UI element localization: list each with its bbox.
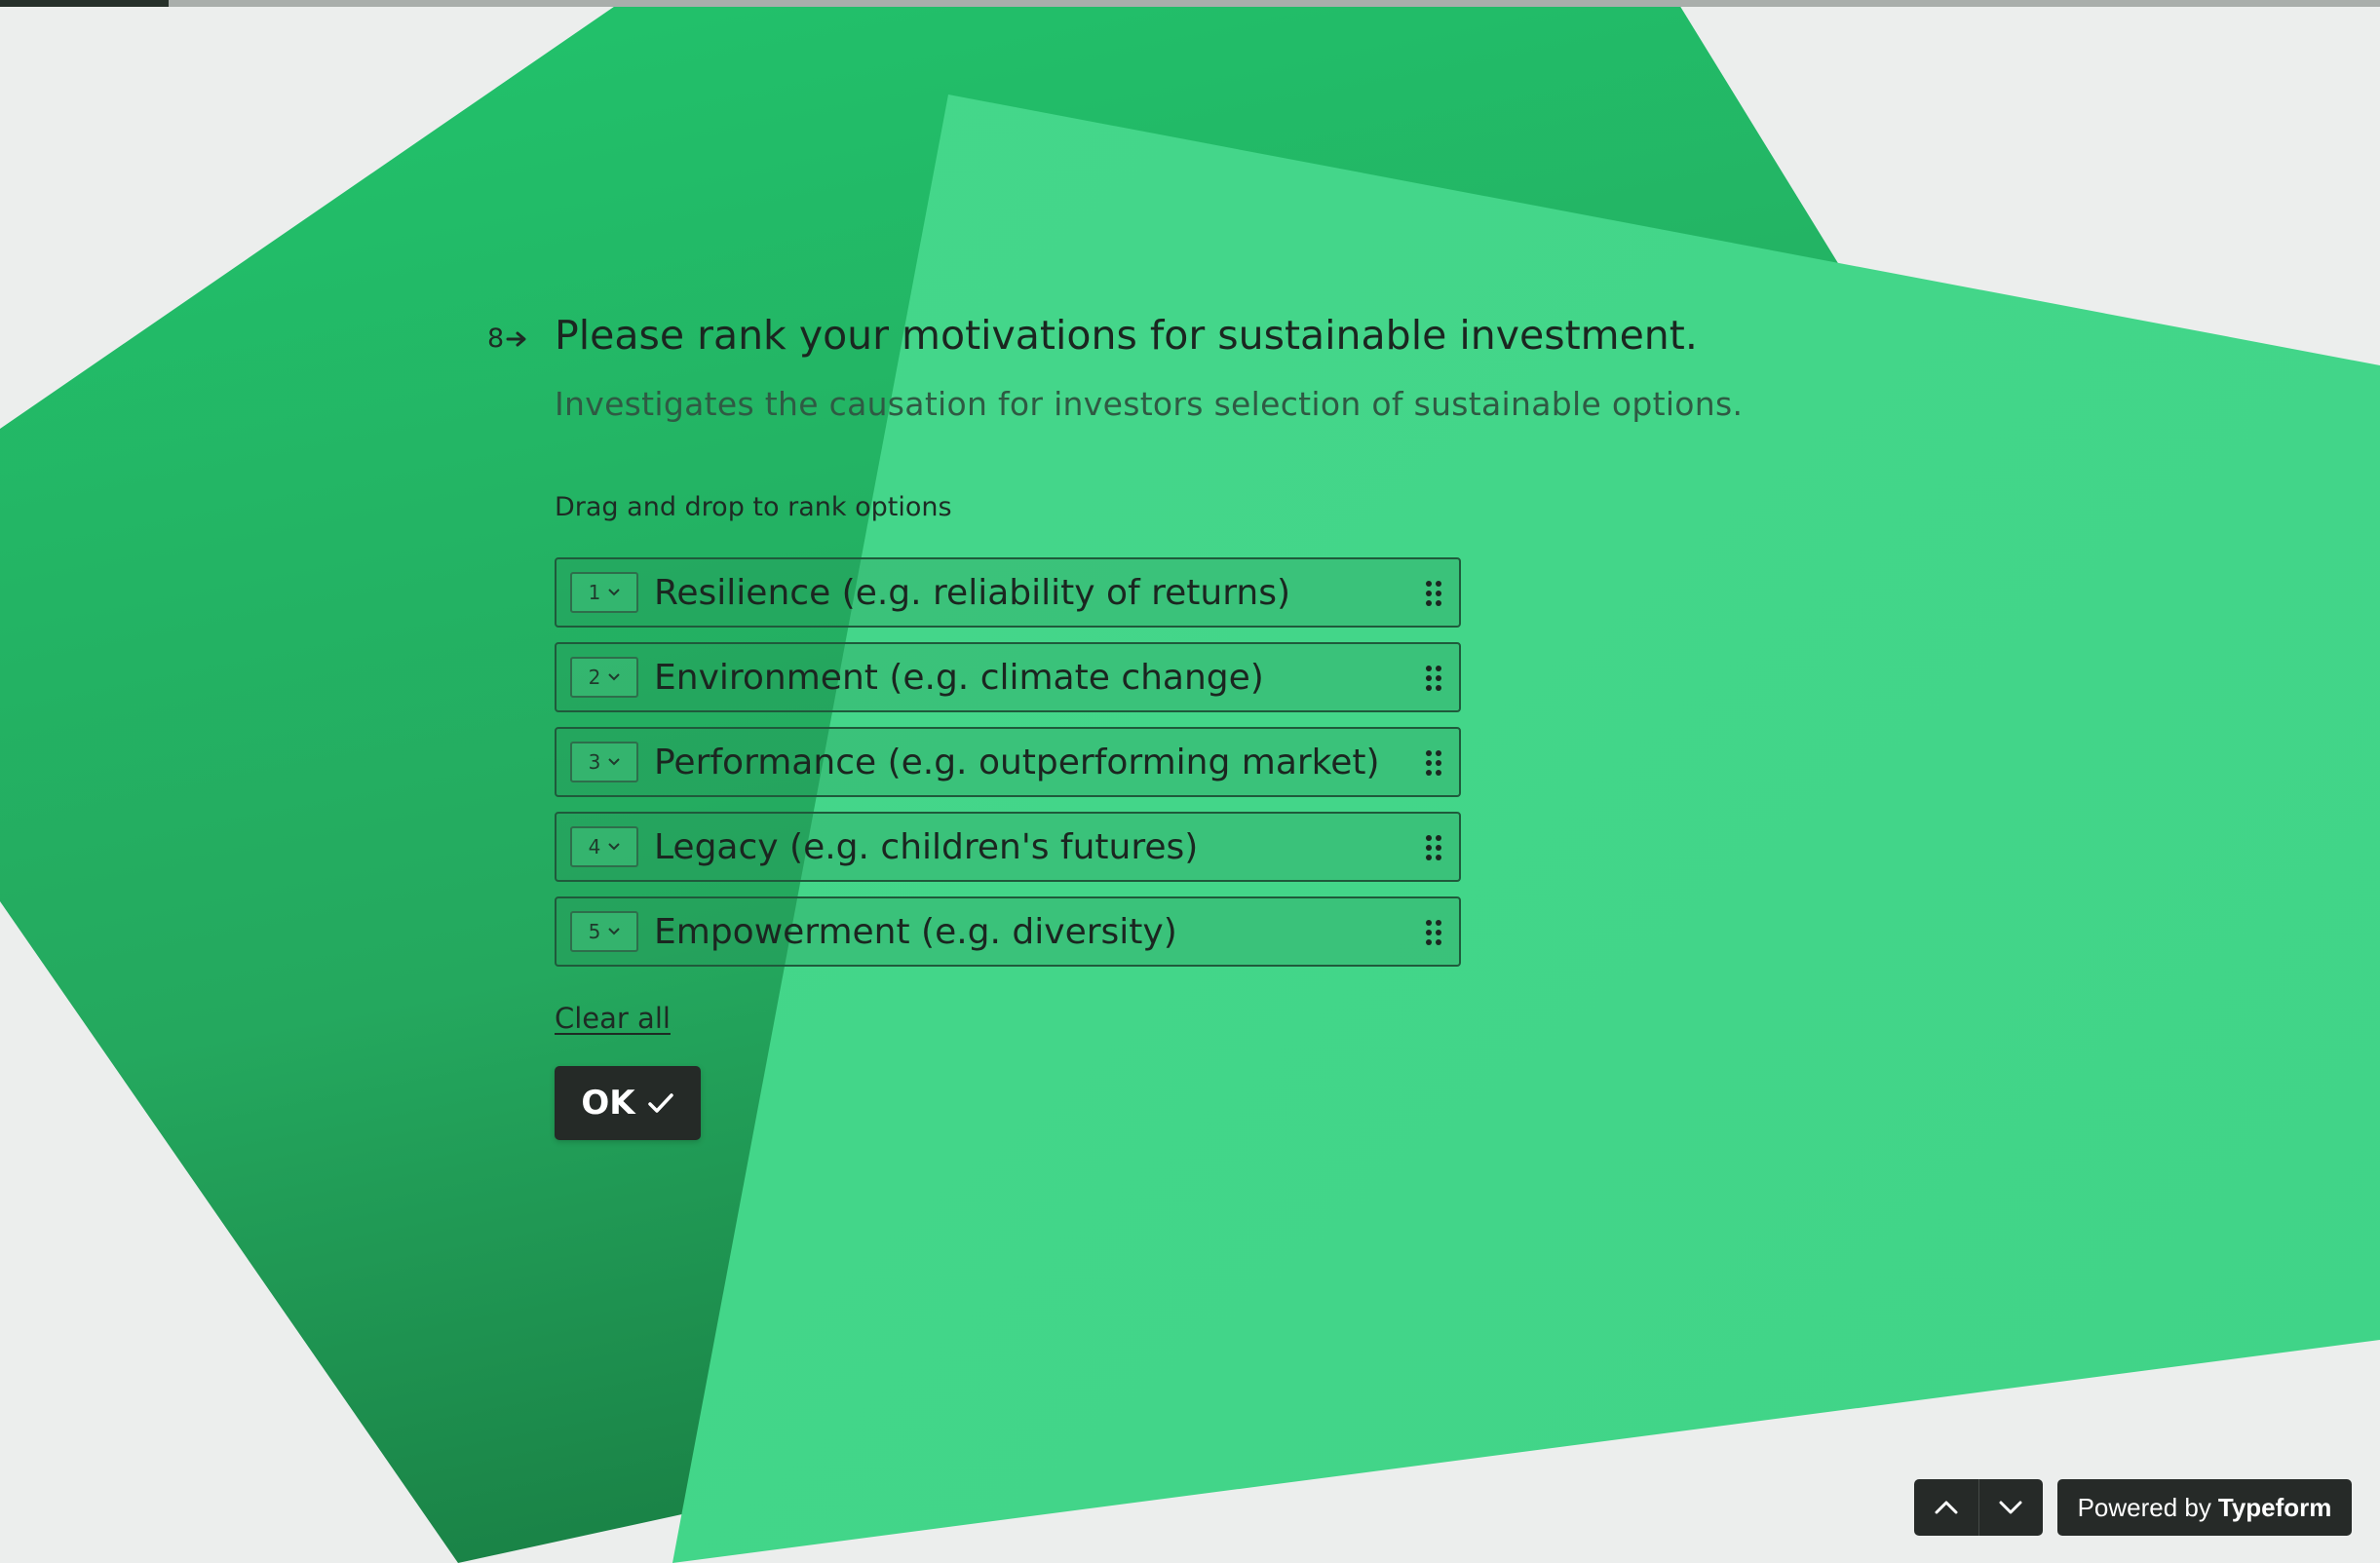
rank-select[interactable]: 5 xyxy=(570,911,638,952)
drag-handle-icon[interactable] xyxy=(1424,749,1443,777)
ranking-option[interactable]: 3 Performance (e.g. outperforming market… xyxy=(555,727,1461,797)
navigation-buttons xyxy=(1914,1479,2043,1536)
drag-handle-icon[interactable] xyxy=(1424,919,1443,946)
rank-value: 2 xyxy=(588,666,601,689)
rank-value: 4 xyxy=(588,835,601,858)
rank-select[interactable]: 2 xyxy=(570,657,638,698)
drag-handle-icon[interactable] xyxy=(1424,834,1443,861)
chevron-down-icon xyxy=(608,758,621,766)
ok-button-label: OK xyxy=(581,1084,635,1123)
ranking-option[interactable]: 1 Resilience (e.g. reliability of return… xyxy=(555,557,1461,628)
progress-bar-fill xyxy=(0,0,170,7)
ranking-option[interactable]: 4 Legacy (e.g. children's futures) xyxy=(555,812,1461,882)
chevron-down-icon xyxy=(608,843,621,851)
rank-select[interactable]: 4 xyxy=(570,826,638,867)
clear-all-link[interactable]: Clear all xyxy=(555,1002,671,1035)
powered-by-brand: Typeform xyxy=(2217,1492,2332,1522)
chevron-down-icon xyxy=(1999,1501,2022,1514)
rank-value: 3 xyxy=(588,750,601,774)
ranking-option[interactable]: 5 Empowerment (e.g. diversity) xyxy=(555,896,1461,967)
arrow-right-icon xyxy=(506,331,526,346)
option-label: Empowerment (e.g. diversity) xyxy=(654,911,1177,952)
progress-bar xyxy=(0,0,2380,7)
checkmark-icon xyxy=(647,1093,673,1113)
rank-value: 1 xyxy=(588,581,601,604)
option-label: Performance (e.g. outperforming market) xyxy=(654,742,1380,782)
typeform-page: 8 Please rank your motivations for susta… xyxy=(0,0,2380,1563)
chevron-down-icon xyxy=(608,673,621,681)
drag-handle-icon[interactable] xyxy=(1424,580,1443,607)
question-title: Please rank your motivations for sustain… xyxy=(555,312,1698,359)
option-label: Environment (e.g. climate change) xyxy=(654,657,1264,698)
ranking-options-list: 1 Resilience (e.g. reliability of return… xyxy=(555,557,1461,981)
ranking-option[interactable]: 2 Environment (e.g. climate change) xyxy=(555,642,1461,712)
question-number: 8 xyxy=(487,324,529,354)
rank-select[interactable]: 3 xyxy=(570,742,638,782)
chevron-down-icon xyxy=(608,928,621,935)
ok-button[interactable]: OK xyxy=(555,1066,701,1140)
question-number-text: 8 xyxy=(487,324,505,354)
previous-question-button[interactable] xyxy=(1914,1479,1979,1536)
option-label: Legacy (e.g. children's futures) xyxy=(654,826,1199,867)
powered-by-typeform-button[interactable]: Powered by Typeform xyxy=(2057,1479,2352,1536)
powered-by-prefix: Powered by xyxy=(2077,1492,2211,1522)
rank-select[interactable]: 1 xyxy=(570,572,638,613)
chevron-down-icon xyxy=(608,589,621,596)
next-question-button[interactable] xyxy=(1979,1479,2044,1536)
drag-handle-icon[interactable] xyxy=(1424,665,1443,692)
question-hint: Drag and drop to rank options xyxy=(555,492,952,522)
question-description: Investigates the causation for investors… xyxy=(555,385,1744,423)
chevron-up-icon xyxy=(1935,1501,1958,1514)
rank-value: 5 xyxy=(588,920,601,943)
option-label: Resilience (e.g. reliability of returns) xyxy=(654,572,1290,613)
